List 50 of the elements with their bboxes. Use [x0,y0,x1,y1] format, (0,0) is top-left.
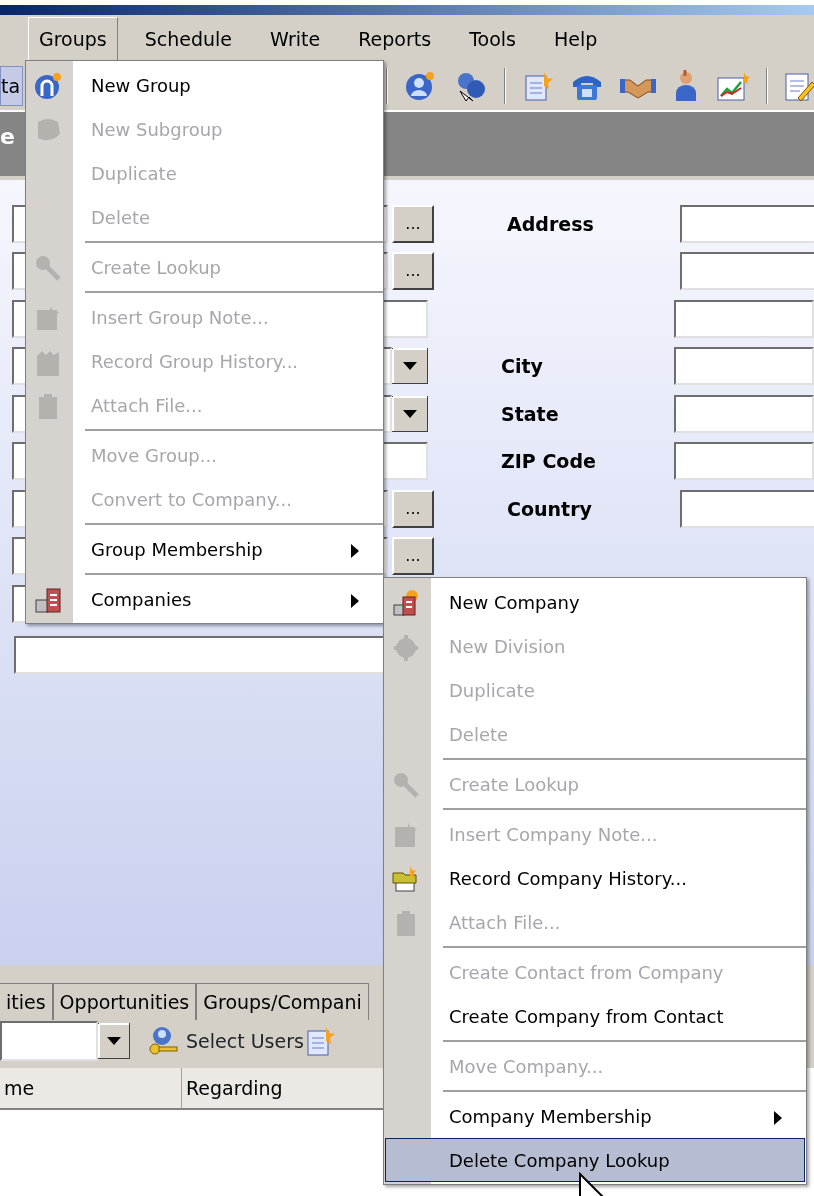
input-field[interactable] [680,204,814,243]
menu-item[interactable]: Companies [27,577,382,621]
note-icon [34,304,62,332]
gear-icon [392,633,420,661]
browse-button[interactable]: ... [392,537,434,576]
browse-button[interactable]: ... [392,489,434,528]
browse-button[interactable]: ... [392,204,434,243]
key-icon [34,254,62,282]
dropdown-button[interactable] [98,1023,130,1059]
menu-item[interactable]: New Group [27,63,382,107]
folder-icon [392,865,420,893]
dropdown-button[interactable] [392,348,428,385]
field-label: City [501,355,543,377]
menu-bar-item[interactable]: Schedule [133,16,244,61]
section-title: e [0,124,15,149]
tab[interactable]: Groups/Compani [196,983,369,1020]
menu-bar-item[interactable]: Help [542,16,609,61]
column-header[interactable]: me [0,1068,182,1110]
select-users-button[interactable]: Select Users [146,1025,304,1057]
menu-bar-item[interactable]: Tools [458,16,527,61]
browse-button[interactable]: ... [392,252,434,291]
menu-bar-item[interactable]: Write [259,16,332,61]
note-icon [392,821,420,849]
building-icon [392,589,420,617]
input-field[interactable] [674,347,814,386]
menu-item[interactable]: Create Company from Contact [385,994,805,1038]
tab[interactable]: Opportunities [52,983,197,1020]
tab[interactable]: ities [0,983,53,1020]
menu-item[interactable]: Group Membership [27,527,382,571]
input-field[interactable] [680,252,814,291]
dropdown-button[interactable] [392,395,428,432]
field-label: Country [507,497,592,520]
notepad-pencil-icon[interactable] [784,70,814,102]
user-key-icon [146,1025,178,1057]
menu-item[interactable]: Record Company History... [385,856,805,900]
chart-icon[interactable] [716,70,750,102]
menu-bar-item[interactable]: Reports [347,16,443,61]
input-field[interactable] [674,442,814,481]
field-label: Address [507,212,594,235]
input-field[interactable] [674,394,814,433]
field-label: State [501,402,559,425]
menu-item[interactable]: New Company [385,580,805,624]
key-icon [392,771,420,799]
input-field[interactable] [680,489,814,528]
dropdown-field[interactable] [0,1021,98,1061]
menu-item[interactable]: Delete Company Lookup [385,1138,805,1182]
field-label: ZIP Code [501,450,596,472]
toolbar-field[interactable]: ta [0,66,24,106]
input-field[interactable] [674,299,814,338]
building-icon [34,586,62,614]
